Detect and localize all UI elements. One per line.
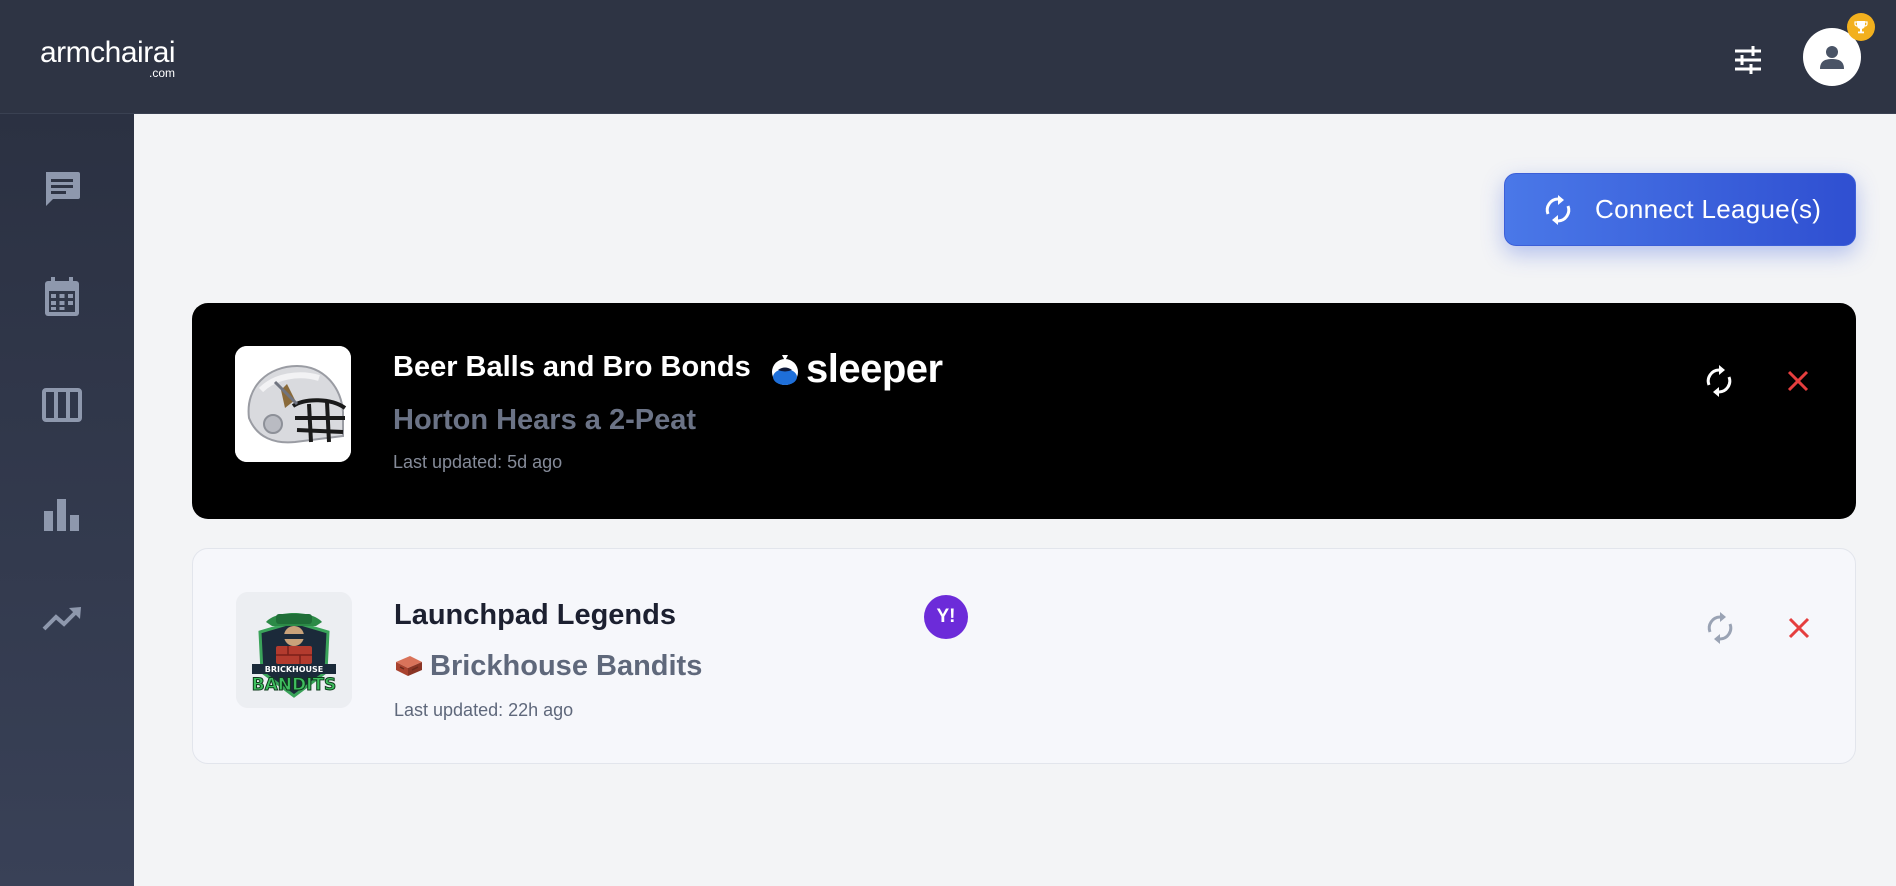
last-updated: Last updated: 22h ago xyxy=(394,700,574,720)
brand-name: armchairai xyxy=(40,36,176,69)
main-content: Connect League(s) Beer Balls and Bro Bon… xyxy=(134,114,1896,886)
league-card[interactable]: Beer Balls and Bro Bonds sleeper Horton … xyxy=(192,303,1856,519)
team-logo-helmet xyxy=(235,346,351,462)
platform-name: sleeper xyxy=(806,347,943,391)
league-name: Beer Balls and Bro Bonds xyxy=(393,351,751,383)
last-updated: Last updated: 5d ago xyxy=(393,452,563,472)
chat-icon xyxy=(46,172,80,206)
platform-badge-yahoo: Y! xyxy=(924,595,968,639)
league-name: Launchpad Legends xyxy=(394,599,676,631)
columns-icon xyxy=(42,388,82,422)
trophy-icon xyxy=(1854,21,1868,34)
settings-button[interactable] xyxy=(1725,40,1771,80)
team-name: Brickhouse Bandits xyxy=(430,650,703,682)
league-card[interactable]: BRICKHOUSE BANDITS Launchpad Legends Y! … xyxy=(192,548,1856,764)
close-icon xyxy=(1788,617,1810,639)
sync-icon xyxy=(1543,194,1573,225)
sidebar-item-calendar[interactable] xyxy=(37,272,87,322)
tune-icon xyxy=(1735,46,1761,74)
brand-logo[interactable]: armchairai .com xyxy=(40,36,176,80)
logo-text-line-2: BANDITS xyxy=(252,675,337,695)
platform-name: Y! xyxy=(936,606,956,627)
connect-leagues-label: Connect League(s) xyxy=(1595,194,1822,224)
top-bar: armchairai .com xyxy=(0,0,1896,114)
sidebar-item-stats[interactable] xyxy=(37,489,87,539)
team-logo-bandits: BRICKHOUSE BANDITS xyxy=(236,592,352,708)
team-name: Horton Hears a 2-Peat xyxy=(393,404,696,436)
platform-badge-sleeper: sleeper xyxy=(770,347,943,392)
trending-up-icon xyxy=(42,607,81,631)
sidebar-item-trends[interactable] xyxy=(37,594,87,644)
sync-league-button[interactable] xyxy=(1697,359,1741,403)
sync-league-button[interactable] xyxy=(1698,606,1742,650)
sync-icon xyxy=(1707,612,1733,644)
sync-icon xyxy=(1706,365,1732,397)
calendar-icon xyxy=(45,277,79,316)
bar-chart-icon xyxy=(44,499,79,531)
close-icon xyxy=(1787,370,1809,392)
brick-icon xyxy=(394,652,424,678)
remove-league-button[interactable] xyxy=(1777,606,1821,650)
remove-league-button[interactable] xyxy=(1776,359,1820,403)
connect-leagues-button[interactable]: Connect League(s) xyxy=(1504,173,1856,246)
sidebar-item-chat[interactable] xyxy=(37,164,87,214)
sleeper-logo-icon xyxy=(772,354,798,385)
sidebar-item-roster[interactable] xyxy=(37,380,87,430)
team-name-row: Brickhouse Bandits xyxy=(394,650,702,683)
logo-text-line-1: BRICKHOUSE xyxy=(265,665,324,674)
trophy-badge xyxy=(1847,13,1875,41)
sidebar-nav xyxy=(0,114,134,886)
user-icon xyxy=(1820,46,1844,69)
